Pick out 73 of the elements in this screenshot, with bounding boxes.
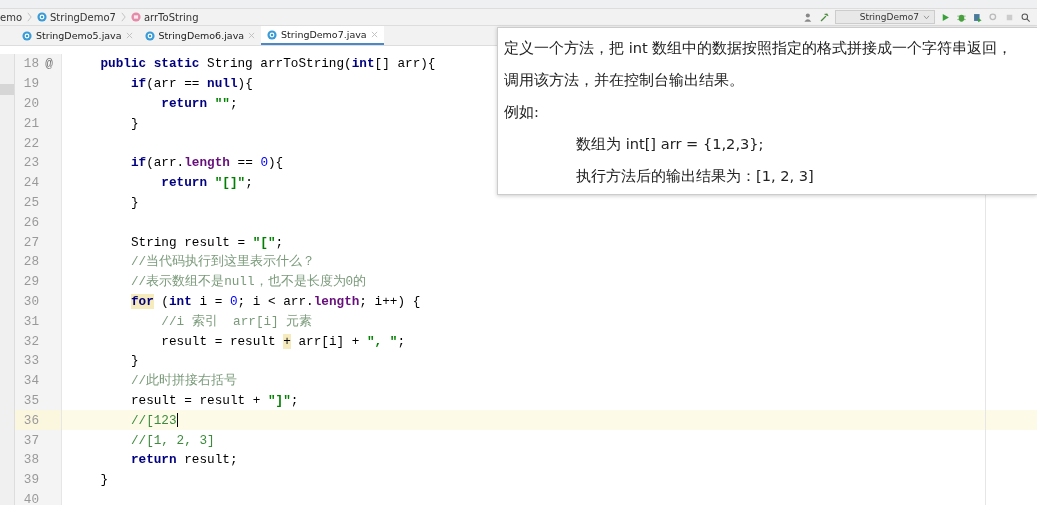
breadcrumb-item[interactable]: StringDemo7 xyxy=(50,11,116,23)
code-line: } xyxy=(130,353,139,369)
task-text: 调用该方法，并在控制台输出结果。 xyxy=(504,70,744,90)
class-icon xyxy=(22,30,32,41)
code-line: public static String arrToString(int[] arr){ xyxy=(100,56,436,72)
editor-tab[interactable]: StringDemo7.java xyxy=(261,26,384,45)
line-number: 37 xyxy=(22,432,39,448)
line-number: 36 xyxy=(22,412,39,428)
line-number: 26 xyxy=(22,214,39,230)
class-icon xyxy=(37,12,47,22)
code-line: return result; xyxy=(130,452,238,468)
breadcrumb-item[interactable]: arrToString xyxy=(143,11,199,23)
line-number: 33 xyxy=(22,353,39,369)
code-line: result = result + arr[i] + ", "; xyxy=(161,333,406,349)
code-line: return "[]"; xyxy=(161,175,253,191)
close-icon[interactable] xyxy=(248,32,256,39)
line-number: 23 xyxy=(22,155,39,171)
chevron-icon xyxy=(27,12,32,22)
line-number: 30 xyxy=(22,293,39,309)
code-line: for (int i = 0; i < arr.length; i++) { xyxy=(130,293,421,309)
editor-tab[interactable]: StringDemo5.java xyxy=(16,26,139,45)
line-number: 29 xyxy=(22,274,39,290)
editor-tab[interactable]: StringDemo6.java xyxy=(138,26,262,45)
line-number: 27 xyxy=(22,234,39,250)
code-line: result = result + "]"; xyxy=(130,392,299,408)
caret-icon xyxy=(923,14,930,20)
line-number: 39 xyxy=(22,472,39,488)
profiler-icon[interactable] xyxy=(988,11,999,23)
override-marker[interactable]: @ xyxy=(45,56,53,72)
code-line: } xyxy=(130,194,139,210)
code-line: } xyxy=(130,115,139,131)
search-icon[interactable] xyxy=(1020,11,1031,23)
close-icon[interactable] xyxy=(125,32,133,39)
line-number: 20 xyxy=(22,96,39,111)
close-icon[interactable] xyxy=(370,31,378,38)
class-icon xyxy=(144,30,155,41)
task-text: 定义一个方法，把 int 数组中的数据按照指定的格式拼接成一个字符串返回， xyxy=(504,38,1013,58)
code-line: //i 索引 arr[i] 元素 xyxy=(161,313,313,329)
code-line: //表示数组不是null，也不是长度为0的 xyxy=(130,274,367,290)
line-number: 35 xyxy=(22,392,39,408)
code-line: //当代码执行到这里表示什么？ xyxy=(130,254,316,270)
task-text: 例如: xyxy=(504,102,539,122)
task-text: 数组为 int[] arr = {1,2,3}; xyxy=(576,134,764,154)
run-configuration-dropdown[interactable]: StringDemo7 xyxy=(834,10,935,24)
line-number: 28 xyxy=(22,254,39,270)
coverage-icon[interactable] xyxy=(972,11,983,23)
code-line: if(arr.length == 0){ xyxy=(130,155,284,171)
run-icon[interactable] xyxy=(940,11,951,23)
task-text: 执行方法后的输出结果为：[1, 2, 3] xyxy=(576,166,814,186)
line-number: 22 xyxy=(22,135,39,151)
chevron-icon xyxy=(120,12,126,22)
code-line: //[1, 2, 3] xyxy=(130,432,215,448)
breadcrumb-item[interactable]: emo xyxy=(0,11,22,23)
line-number: 19 xyxy=(22,76,39,92)
code-line: String result = "["; xyxy=(130,234,284,250)
line-number: 31 xyxy=(22,313,39,329)
code-line: //[123 xyxy=(130,412,178,428)
line-number: 32 xyxy=(22,333,39,349)
code-line: } xyxy=(100,472,109,488)
class-icon xyxy=(267,29,278,40)
hammer-icon[interactable] xyxy=(818,11,830,23)
line-number: 24 xyxy=(22,175,39,191)
method-icon xyxy=(130,12,141,22)
code-line: //此时拼接右括号 xyxy=(130,373,238,389)
line-number: 18 xyxy=(22,56,39,72)
user-icon[interactable] xyxy=(802,11,814,23)
code-line: return ""; xyxy=(161,96,238,111)
code-line: if(arr == null){ xyxy=(130,76,253,92)
line-number: 40 xyxy=(22,491,39,505)
line-number: 25 xyxy=(22,194,39,210)
line-number: 21 xyxy=(22,115,39,131)
line-number: 38 xyxy=(22,452,39,468)
line-number: 34 xyxy=(22,373,39,389)
